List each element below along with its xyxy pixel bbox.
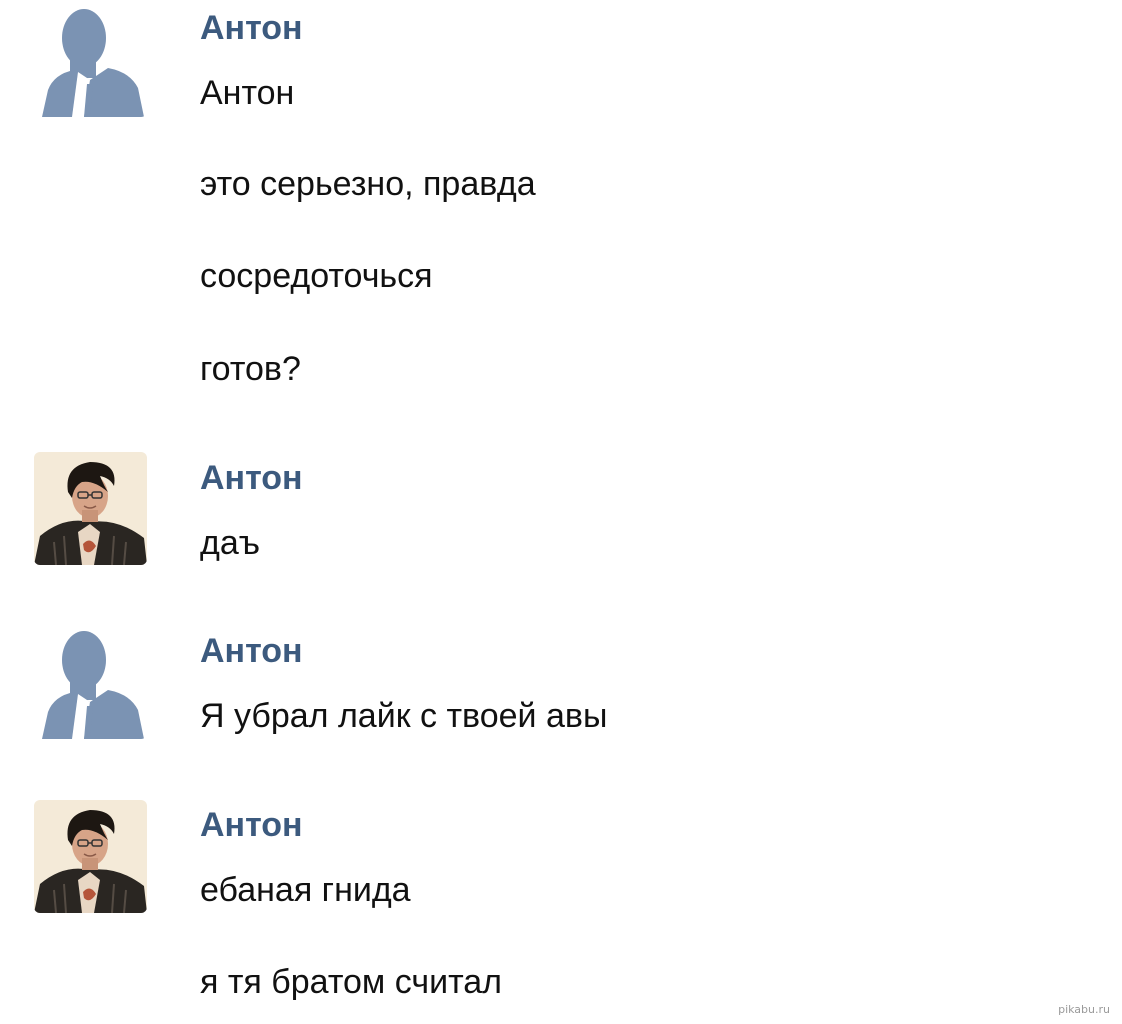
message-text: готов? [200, 350, 301, 388]
watermark: pikabu.ru [1058, 1003, 1110, 1016]
user-photo-icon [34, 452, 147, 565]
photo-avatar[interactable] [34, 452, 147, 565]
message-text: Антон [200, 74, 295, 112]
message-text: ебаная гнида [200, 871, 411, 909]
message-text: Я убрал лайк с твоей авы [200, 697, 608, 735]
message-text: это серьезно, правда [200, 165, 536, 203]
message-author[interactable]: Антон [200, 459, 303, 497]
user-photo-icon [34, 800, 147, 913]
default-avatar[interactable] [34, 626, 147, 739]
message-author[interactable]: Антон [200, 9, 303, 47]
default-avatar[interactable] [34, 4, 147, 117]
photo-avatar[interactable] [34, 800, 147, 913]
user-silhouette-icon [34, 4, 147, 117]
message-text: я тя братом считал [200, 963, 503, 1001]
message-author[interactable]: Антон [200, 632, 303, 670]
message-text: сосредоточься [200, 257, 433, 295]
message-author[interactable]: Антон [200, 806, 303, 844]
user-silhouette-icon [34, 626, 147, 739]
message-text: даъ [200, 524, 260, 562]
